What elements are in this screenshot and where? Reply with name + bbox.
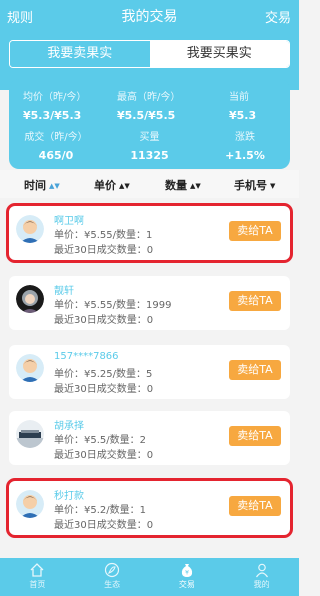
tab-home[interactable]: 首页: [0, 558, 75, 596]
deal-stat: 成交（昨/今） 465/0: [23, 128, 89, 162]
tab-home-label: 首页: [29, 580, 46, 589]
sort-phone-label: 手机号: [234, 179, 267, 192]
avatar: [16, 420, 44, 448]
header: 规则 我的交易 交易 我要卖果实 我要买果实: [0, 0, 299, 90]
tab-mine[interactable]: 我的: [224, 558, 299, 596]
sell-to-button[interactable]: 卖给TA: [229, 426, 281, 446]
list-item: 啊卫啊 单价：¥5.55/数量：1 最近30日成交数量：0 卖给TA: [6, 203, 293, 263]
sort-quantity[interactable]: 数量 ▲▼: [165, 177, 201, 193]
page-title: 我的交易: [121, 9, 178, 25]
sort-qty-label: 数量: [165, 179, 187, 192]
avg-price-label: 均价（昨/今）: [23, 92, 87, 103]
avatar: [16, 354, 44, 382]
bottom-tab-bar: 首页 生态 ¥ 交易 我的: [0, 558, 299, 596]
high-price-value: ¥5.5/¥5.5: [117, 109, 176, 122]
current-price-value: ¥5.3: [229, 109, 257, 122]
sort-arrows-icon: ▲▼: [119, 182, 130, 190]
user-icon: [255, 563, 268, 578]
price-quantity: 单价：¥5.55/数量：1: [54, 230, 153, 241]
tab-sell-fruit[interactable]: 我要卖果实: [10, 41, 150, 67]
avg-price-stat: 均价（昨/今） ¥5.3/¥5.3: [23, 88, 86, 122]
list-item: 157****7866 单价：¥5.25/数量：5 最近30日成交数量：0 卖给…: [9, 345, 290, 399]
sort-arrows-icon: ▲▼: [190, 182, 201, 190]
money-bag-icon: ¥: [181, 564, 193, 577]
sort-arrows-icon: ▲▼: [49, 182, 60, 190]
tab-trade-label: 交易: [178, 580, 195, 589]
price-quantity: 单价：¥5.5/数量：2: [54, 435, 146, 446]
sell-to-button[interactable]: 卖给TA: [229, 496, 281, 516]
leaf-icon: [105, 562, 120, 578]
tab-trade[interactable]: ¥ 交易: [150, 558, 225, 596]
tab-mine-label: 我的: [253, 580, 270, 589]
sort-bar: 时间 ▲▼ 单价 ▲▼ 数量 ▲▼ 手机号 ▼: [0, 170, 299, 198]
sell-buy-switch: 我要卖果实 我要买果实: [9, 40, 290, 68]
price-quantity: 单价：¥5.25/数量：5: [54, 369, 153, 380]
sell-to-button[interactable]: 卖给TA: [229, 221, 281, 241]
current-price-stat: 当前 ¥5.3: [229, 88, 256, 122]
change-value: +1.5%: [225, 149, 265, 162]
buy-volume-label: 买量: [139, 132, 160, 143]
buyer-name: 157****7866: [54, 351, 119, 362]
market-stats-card: 均价（昨/今） ¥5.3/¥5.3 最高（昨/今） ¥5.5/¥5.5 当前 ¥…: [9, 79, 290, 169]
avatar: [16, 490, 44, 518]
recent-deals: 最近30日成交数量：0: [54, 315, 154, 326]
sell-to-button[interactable]: 卖给TA: [229, 291, 281, 311]
high-price-stat: 最高（昨/今） ¥5.5/¥5.5: [117, 88, 180, 122]
avg-price-value: ¥5.3/¥5.3: [23, 109, 82, 122]
buy-volume-stat: 买量 11325: [127, 128, 172, 162]
tab-ecology-label: 生态: [104, 580, 121, 589]
price-quantity: 单价：¥5.55/数量：1999: [54, 300, 172, 311]
tab-ecology[interactable]: 生态: [75, 558, 150, 596]
home-icon: [30, 563, 44, 577]
buyer-name: 秒打款: [54, 491, 84, 502]
sort-phone[interactable]: 手机号 ▼: [234, 177, 275, 193]
dropdown-caret-icon: ▼: [270, 182, 276, 190]
change-stat: 涨跌 +1.5%: [225, 128, 265, 162]
tab-buy-fruit[interactable]: 我要买果实: [149, 41, 289, 67]
avatar: [16, 215, 44, 243]
sort-price-label: 单价: [94, 179, 116, 192]
recent-deals: 最近30日成交数量：0: [54, 520, 154, 531]
recent-deals: 最近30日成交数量：0: [54, 450, 154, 461]
buyer-name: 靓轩: [54, 286, 74, 297]
buy-volume-value: 11325: [130, 149, 169, 162]
list-item: 秒打款 单价：¥5.2/数量：1 最近30日成交数量：0 卖给TA: [6, 478, 293, 538]
recent-deals: 最近30日成交数量：0: [54, 384, 154, 395]
list-item: 胡承择 单价：¥5.5/数量：2 最近30日成交数量：0 卖给TA: [9, 411, 290, 465]
recent-deals: 最近30日成交数量：0: [54, 245, 154, 256]
current-price-label: 当前: [229, 92, 249, 103]
list-item: 靓轩 单价：¥5.55/数量：1999 最近30日成交数量：0 卖给TA: [9, 276, 290, 330]
sell-to-button[interactable]: 卖给TA: [229, 360, 281, 380]
sort-time-label: 时间: [24, 179, 46, 192]
trade-link[interactable]: 交易: [265, 7, 291, 26]
avatar: [16, 285, 44, 313]
deal-value: 465/0: [38, 149, 74, 162]
sort-price[interactable]: 单价 ▲▼: [94, 177, 130, 193]
high-price-label: 最高（昨/今）: [117, 92, 181, 103]
buyer-name: 啊卫啊: [54, 216, 84, 227]
sort-time[interactable]: 时间 ▲▼: [24, 177, 60, 193]
price-quantity: 单价：¥5.2/数量：1: [54, 505, 146, 516]
buyer-name: 胡承择: [54, 421, 84, 432]
svg-text:¥: ¥: [185, 570, 189, 577]
deal-label: 成交（昨/今）: [24, 132, 88, 143]
change-label: 涨跌: [235, 132, 255, 143]
